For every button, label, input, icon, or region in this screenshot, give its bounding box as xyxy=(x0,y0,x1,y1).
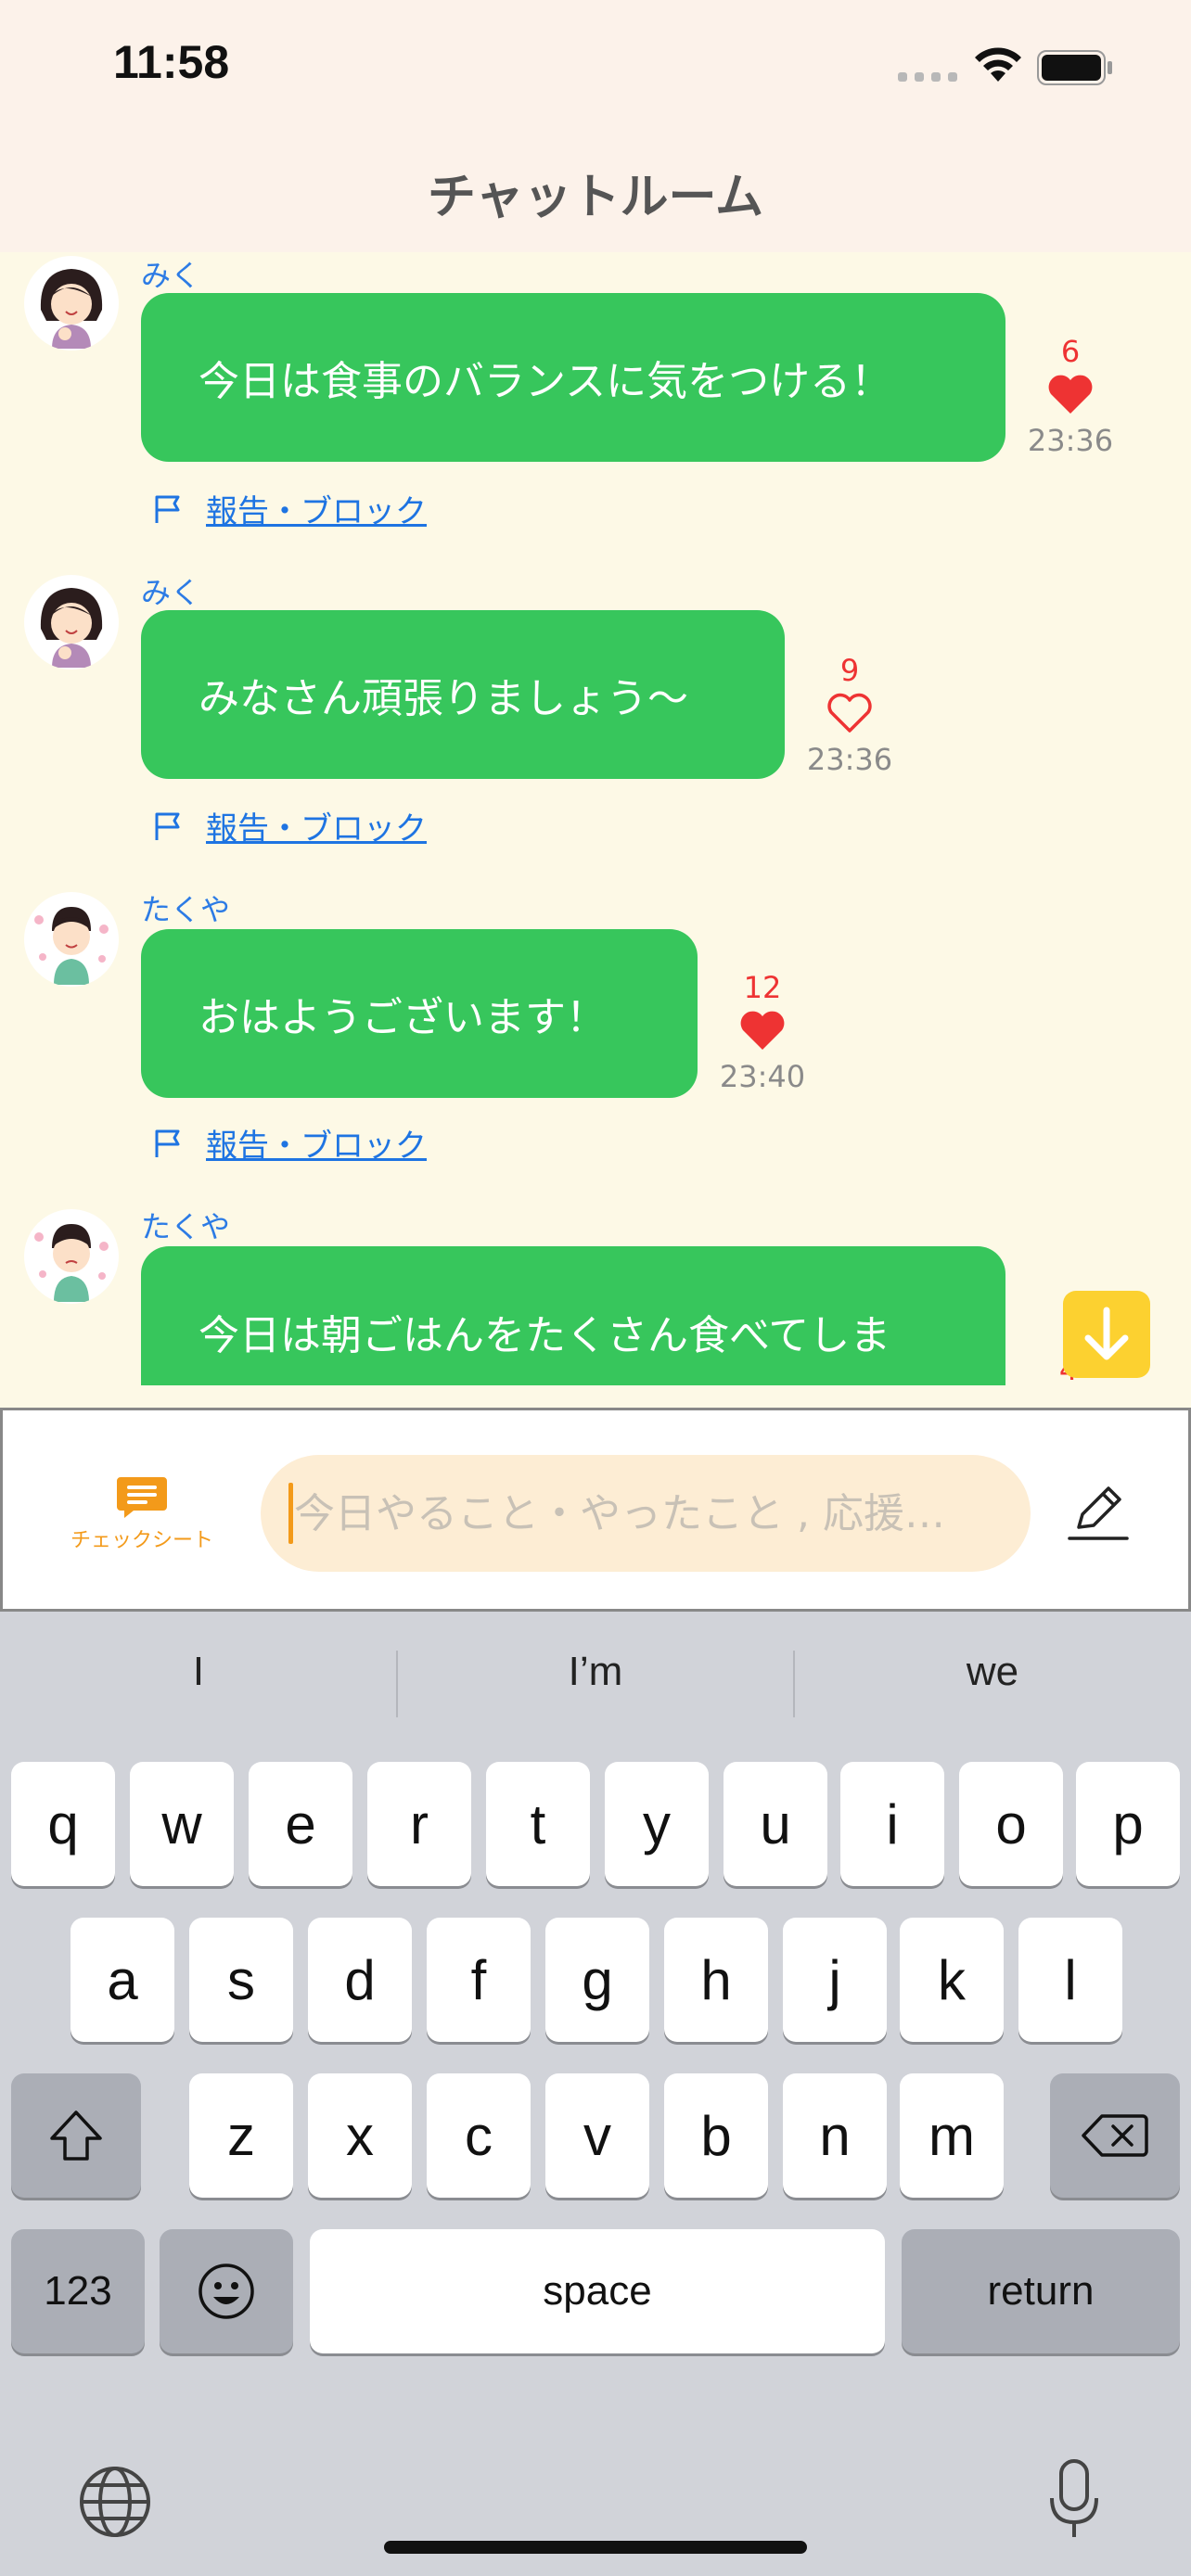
suggestion-item[interactable]: I xyxy=(0,1649,397,1695)
delete-icon xyxy=(1082,2114,1148,2157)
report-block-link[interactable]: 報告・ブロック xyxy=(152,486,427,531)
key-z[interactable]: z xyxy=(189,2073,293,2198)
key-y[interactable]: y xyxy=(605,1762,709,1886)
key-t[interactable]: t xyxy=(486,1762,590,1886)
like-count: 12 xyxy=(743,970,782,1005)
emoji-key[interactable] xyxy=(160,2229,293,2353)
key-s[interactable]: s xyxy=(189,1918,293,2042)
mic-icon[interactable] xyxy=(1046,2457,1102,2541)
status-bar: 11:58 xyxy=(0,0,1191,139)
checksheet-icon xyxy=(117,1477,167,1518)
return-key[interactable]: return xyxy=(902,2229,1180,2353)
page-title: チャットルーム xyxy=(428,170,763,225)
message-input-bar: チェックシート xyxy=(0,1408,1191,1612)
checksheet-button[interactable]: チェックシート xyxy=(68,1475,216,1553)
key-e[interactable]: e xyxy=(249,1762,352,1886)
key-g[interactable]: g xyxy=(545,1918,649,2042)
avatar[interactable] xyxy=(24,575,119,670)
heart-icon[interactable] xyxy=(826,692,874,734)
message-bubble[interactable]: みなさん頑張りましょう〜 xyxy=(141,610,785,779)
key-w[interactable]: w xyxy=(130,1762,234,1886)
report-label: 報告・ブロック xyxy=(206,1128,427,1165)
report-block-link[interactable]: 報告・ブロック xyxy=(152,1120,427,1166)
key-f[interactable]: f xyxy=(427,1918,531,2042)
message-username: たくや xyxy=(141,1209,231,1244)
key-l[interactable]: l xyxy=(1018,1918,1122,2042)
message-username: みく xyxy=(141,258,201,293)
report-block-link[interactable]: 報告・ブロック xyxy=(152,803,427,848)
message-username: みく xyxy=(141,575,201,610)
battery-icon xyxy=(1037,50,1112,85)
space-key[interactable]: space xyxy=(310,2229,885,2353)
signal-icon xyxy=(898,72,957,82)
chat-messages[interactable]: みく 今日は食事のバランスに気をつける！ 6 23:36 報告・ブロック みく … xyxy=(0,252,1191,1385)
key-h[interactable]: h xyxy=(664,1918,768,2042)
home-indicator xyxy=(384,2541,807,2554)
scroll-to-bottom-button[interactable] xyxy=(1063,1291,1150,1378)
suggestion-bar: I I’m we xyxy=(0,1612,1191,1760)
avatar[interactable] xyxy=(24,892,119,987)
key-v[interactable]: v xyxy=(545,2073,649,2198)
flag-icon xyxy=(155,495,180,523)
report-label: 報告・ブロック xyxy=(206,810,427,848)
like-count: 6 xyxy=(1060,334,1081,369)
message-bubble[interactable]: 今日は食事のバランスに気をつける！ xyxy=(141,293,1005,462)
flag-icon xyxy=(155,1129,180,1157)
key-a[interactable]: a xyxy=(70,1918,174,2042)
message-time: 23:40 xyxy=(719,1059,806,1094)
message-time: 23:36 xyxy=(1027,423,1114,458)
nav-bar: チャットルーム xyxy=(0,139,1191,252)
report-label: 報告・ブロック xyxy=(206,493,427,530)
key-m[interactable]: m xyxy=(900,2073,1004,2198)
status-time: 11:58 xyxy=(113,36,230,88)
globe-icon[interactable] xyxy=(78,2465,152,2539)
message-username: たくや xyxy=(141,892,231,927)
text-caret xyxy=(288,1483,293,1544)
message-bubble[interactable]: おはようございます！ xyxy=(141,929,698,1098)
key-k[interactable]: k xyxy=(900,1918,1004,2042)
pencil-icon[interactable] xyxy=(1066,1481,1129,1544)
avatar[interactable] xyxy=(24,256,119,351)
shift-icon xyxy=(50,2111,102,2161)
message-bubble[interactable]: 今日は朝ごはんをたくさん食べてしま xyxy=(141,1246,1005,1385)
key-n[interactable]: n xyxy=(783,2073,887,2198)
key-p[interactable]: p xyxy=(1076,1762,1180,1886)
heart-icon[interactable] xyxy=(1046,373,1095,415)
like-count: 9 xyxy=(839,653,860,688)
keyboard: I I’m we q w e r t y u i o p a s d f g h… xyxy=(0,1612,1191,2576)
heart-icon[interactable] xyxy=(738,1009,787,1052)
key-x[interactable]: x xyxy=(308,2073,412,2198)
avatar[interactable] xyxy=(24,1209,119,1304)
suggestion-item[interactable]: I’m xyxy=(397,1649,794,1695)
delete-key[interactable] xyxy=(1050,2073,1180,2198)
key-d[interactable]: d xyxy=(308,1918,412,2042)
key-q[interactable]: q xyxy=(11,1762,115,1886)
key-b[interactable]: b xyxy=(664,2073,768,2198)
key-j[interactable]: j xyxy=(783,1918,887,2042)
arrow-down-icon xyxy=(1084,1307,1129,1360)
emoji-icon xyxy=(198,2264,254,2319)
key-r[interactable]: r xyxy=(367,1762,471,1886)
key-c[interactable]: c xyxy=(427,2073,531,2198)
shift-key[interactable] xyxy=(11,2073,141,2198)
wifi-icon xyxy=(975,47,1021,82)
key-o[interactable]: o xyxy=(959,1762,1063,1886)
key-u[interactable]: u xyxy=(724,1762,827,1886)
suggestion-item[interactable]: we xyxy=(794,1649,1191,1695)
numbers-key[interactable]: 123 xyxy=(11,2229,145,2353)
checksheet-label: チェックシート xyxy=(70,1529,213,1552)
message-input[interactable] xyxy=(261,1455,1031,1572)
flag-icon xyxy=(155,812,180,840)
key-i[interactable]: i xyxy=(840,1762,944,1886)
message-time: 23:36 xyxy=(806,742,893,777)
